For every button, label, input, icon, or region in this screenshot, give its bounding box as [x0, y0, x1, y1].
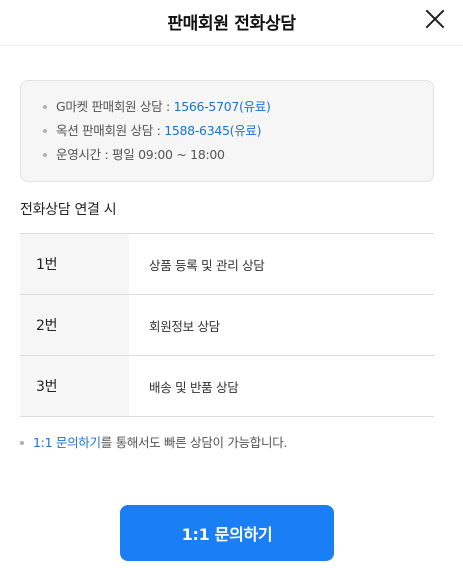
close-button[interactable]: [422, 6, 448, 32]
option-row: 2번 회원정보 상담: [20, 295, 434, 356]
bullet-icon: [43, 104, 47, 109]
gmarket-phone-link[interactable]: 1566-5707(유료): [174, 99, 271, 114]
auction-contact-row: 옥션 판매회원 상담 : 1588-6345(유료): [43, 120, 262, 140]
contact-info-box: G마켓 판매회원 상담 : 1566-5707(유료) 옥션 판매회원 상담 :…: [20, 80, 434, 182]
notice-text: 를 통해서도 빠른 상담이 가능합니다.: [100, 435, 288, 450]
option-description: 배송 및 반품 상담: [149, 379, 239, 395]
option-number: 1번: [20, 234, 129, 294]
gmarket-contact-label: G마켓 판매회원 상담 :: [56, 99, 174, 114]
phone-consult-modal: 판매회원 전화상담 G마켓 판매회원 상담 : 1566-5707(유료) 옥션…: [0, 0, 463, 568]
option-row: 3번 배송 및 반품 상담: [20, 356, 434, 417]
option-number: 2번: [20, 295, 129, 355]
section-title: 전화상담 연결 시: [20, 202, 117, 218]
inquiry-link[interactable]: 1:1 문의하기: [33, 435, 101, 450]
bullet-icon: [20, 440, 24, 445]
operating-hours-row: 운영시간 : 평일 09:00 ~ 18:00: [43, 144, 225, 164]
inquiry-notice: 1:1 문의하기를 통해서도 빠른 상담이 가능합니다.: [20, 432, 287, 452]
auction-phone-link[interactable]: 1588-6345(유료): [164, 123, 261, 138]
option-description: 회원정보 상담: [149, 318, 220, 334]
modal-header: 판매회원 전화상담: [0, 0, 463, 46]
close-icon: [425, 9, 445, 29]
operating-hours-text: 운영시간 : 평일 09:00 ~ 18:00: [56, 147, 225, 162]
option-number: 3번: [20, 356, 129, 416]
option-row: 1번 상품 등록 및 관리 상담: [20, 234, 434, 295]
auction-contact-label: 옥션 판매회원 상담 :: [56, 123, 165, 138]
option-table: 1번 상품 등록 및 관리 상담 2번 회원정보 상담 3번 배송 및 반품 상…: [20, 233, 434, 417]
modal-title: 판매회원 전화상담: [167, 14, 296, 34]
bullet-icon: [43, 128, 47, 133]
gmarket-contact-row: G마켓 판매회원 상담 : 1566-5707(유료): [43, 96, 271, 116]
option-description: 상품 등록 및 관리 상담: [149, 257, 265, 273]
inquiry-button[interactable]: 1:1 문의하기: [120, 505, 334, 561]
bullet-icon: [43, 152, 47, 157]
